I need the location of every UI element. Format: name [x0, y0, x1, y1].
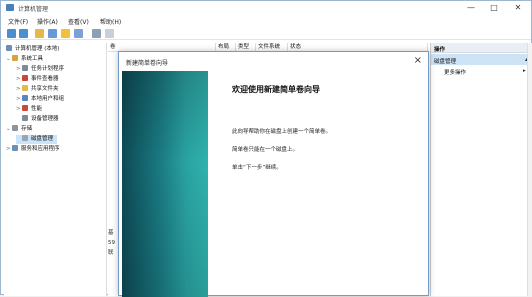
window-title: 计算机管理 — [18, 6, 49, 13]
vertical-scrollbar[interactable] — [527, 43, 532, 296]
title-bar: 计算机管理 — □ ✕ — [1, 1, 531, 14]
menu-action[interactable]: 操作(A) — [37, 17, 58, 26]
storage-icon — [12, 125, 18, 131]
tree-item-computer-management[interactable]: 计算机管理 (本地) — [6, 45, 60, 54]
event-viewer-icon — [22, 75, 28, 81]
show-hide-icon[interactable] — [74, 29, 83, 38]
wizard-heading: 欢迎使用新建简单卷向导 — [232, 85, 320, 94]
wizard-close-icon[interactable]: × — [414, 55, 422, 66]
submenu-arrow-icon: ▸ — [523, 68, 526, 74]
device-manager-icon — [22, 115, 28, 121]
refresh-icon[interactable] — [105, 29, 114, 38]
wizard-text-line-2: 简单卷只能在一个磁盘上。 — [232, 147, 299, 153]
back-icon[interactable] — [7, 29, 16, 38]
tree-item-system-tools[interactable]: ⌄ 系统工具 — [6, 55, 43, 64]
actions-pane: 操作 磁盘管理 ▴ 更多操作 ▸ — [430, 43, 532, 296]
console-tree-icon[interactable] — [48, 29, 57, 38]
wizard-title: 新建简单卷向导 — [126, 60, 169, 67]
minimize-button[interactable]: — — [460, 2, 482, 13]
console-tree: 计算机管理 (本地) ⌄ 系统工具 > 任务计划程序 > 事件查看器 > 共享文件夹 >… — [4, 43, 107, 296]
users-icon — [22, 95, 28, 101]
help-icon[interactable] — [61, 29, 70, 38]
disk-icon — [22, 135, 28, 141]
up-folder-icon[interactable] — [35, 29, 44, 38]
menu-file[interactable]: 文件(F) — [8, 17, 28, 26]
computer-management-icon — [6, 4, 14, 11]
services-icon — [12, 145, 18, 151]
actions-header: 操作 — [431, 43, 532, 53]
disk-label: 基 — [108, 230, 114, 236]
computer-icon — [6, 45, 12, 51]
disk-status-label: 联 — [108, 250, 114, 256]
actions-disk-management[interactable]: 磁盘管理 ▴ — [431, 54, 532, 65]
wizard-title-bar: 新建简单卷向导 × — [119, 52, 428, 70]
maximize-button[interactable]: □ — [483, 2, 505, 13]
wizard-side-banner — [122, 71, 208, 297]
wizard-text-line-3: 单击“下一步”继续。 — [232, 165, 282, 171]
menu-bar: 文件(F) 操作(A) 查看(V) 帮助(H) — [1, 15, 531, 26]
performance-icon — [22, 105, 28, 111]
computer-management-window: 计算机管理 — □ ✕ 文件(F) 操作(A) 查看(V) 帮助(H) 计算机管… — [0, 0, 532, 297]
shared-folder-icon — [22, 85, 28, 91]
tree-item-task-scheduler[interactable]: > 任务计划程序 — [16, 65, 64, 74]
tree-item-local-users[interactable]: > 本地用户和组 — [16, 95, 64, 104]
new-simple-volume-wizard: 新建简单卷向导 × 欢迎使用新建简单卷向导 此向导帮助你在磁盘上创建一个简单卷。… — [118, 51, 429, 297]
disk-size-label: 59 — [108, 240, 115, 246]
close-button[interactable]: ✕ — [507, 2, 529, 13]
forward-icon[interactable] — [19, 29, 28, 38]
tree-item-disk-management[interactable]: 磁盘管理 — [16, 135, 58, 144]
tree-item-storage[interactable]: ⌄ 存储 — [6, 125, 32, 134]
tree-item-device-manager[interactable]: 设备管理器 — [16, 115, 59, 124]
clock-icon — [22, 65, 28, 71]
toolbar — [1, 27, 531, 40]
menu-help[interactable]: 帮助(H) — [100, 17, 121, 26]
tree-item-performance[interactable]: > 性能 — [16, 105, 42, 114]
tree-item-services-applications[interactable]: > 服务和应用程序 — [6, 145, 60, 154]
tools-icon — [12, 55, 18, 61]
more-actions-item[interactable]: 更多操作 ▸ — [444, 68, 526, 76]
tree-item-shared-folders[interactable]: > 共享文件夹 — [16, 85, 59, 94]
properties-icon[interactable] — [92, 29, 101, 38]
wizard-text-line-1: 此向导帮助你在磁盘上创建一个简单卷。 — [232, 129, 332, 135]
menu-view[interactable]: 查看(V) — [68, 17, 89, 26]
tree-item-event-viewer[interactable]: > 事件查看器 — [16, 75, 59, 84]
